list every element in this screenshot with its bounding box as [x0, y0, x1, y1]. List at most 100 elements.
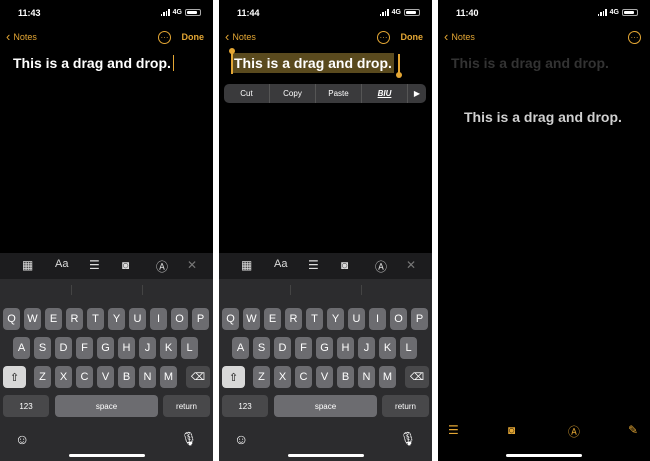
close-icon[interactable]: ✕	[406, 258, 416, 272]
key[interactable]: Q	[3, 308, 20, 330]
delete-icon[interactable]: ⌫	[186, 366, 210, 388]
emoji-icon[interactable]: ☺	[234, 431, 248, 447]
key[interactable]: N	[139, 366, 156, 388]
key[interactable]: Z	[253, 366, 270, 388]
return-key[interactable]: return	[163, 395, 210, 417]
key[interactable]: D	[274, 337, 291, 359]
key[interactable]: Q	[222, 308, 239, 330]
camera-icon[interactable]: ◙	[122, 258, 129, 272]
key[interactable]: N	[358, 366, 375, 388]
key[interactable]: E	[264, 308, 281, 330]
camera-icon[interactable]: ◙	[508, 423, 515, 437]
key[interactable]: I	[150, 308, 167, 330]
checklist-icon[interactable]: ☰	[448, 423, 459, 437]
key[interactable]: D	[55, 337, 72, 359]
return-key[interactable]: return	[382, 395, 429, 417]
cut-button[interactable]: Cut	[224, 84, 270, 103]
key[interactable]: H	[118, 337, 135, 359]
done-button[interactable]: Done	[182, 32, 205, 42]
numbers-key[interactable]: 123	[222, 395, 268, 417]
note-body[interactable]: This is a drag and drop.	[13, 55, 175, 71]
copy-button[interactable]: Copy	[270, 84, 316, 103]
key[interactable]: W	[243, 308, 260, 330]
key[interactable]: F	[76, 337, 93, 359]
key[interactable]: G	[316, 337, 333, 359]
key[interactable]: A	[13, 337, 30, 359]
key[interactable]: L	[181, 337, 198, 359]
key[interactable]: S	[34, 337, 51, 359]
markup-pen-icon[interactable]: Ⓐ	[375, 258, 387, 275]
key[interactable]: C	[76, 366, 93, 388]
key[interactable]: E	[45, 308, 62, 330]
key[interactable]: M	[160, 366, 177, 388]
text-format-icon[interactable]: Aa	[55, 258, 68, 270]
ellipsis-circle-icon[interactable]: ···	[628, 31, 641, 44]
key[interactable]: X	[55, 366, 72, 388]
table-icon[interactable]: ▦	[22, 258, 33, 272]
space-key[interactable]: space	[274, 395, 377, 417]
key[interactable]: R	[66, 308, 83, 330]
key[interactable]: P	[411, 308, 428, 330]
key[interactable]: J	[358, 337, 375, 359]
format-button[interactable]: BIU	[362, 84, 408, 103]
back-button[interactable]: ‹ Notes	[225, 30, 256, 43]
key[interactable]: I	[369, 308, 386, 330]
space-key[interactable]: space	[55, 395, 158, 417]
ellipsis-circle-icon[interactable]: ···	[158, 31, 171, 44]
key[interactable]: X	[274, 366, 291, 388]
more-arrow-icon[interactable]: ▶	[408, 84, 426, 103]
close-icon[interactable]: ✕	[187, 258, 197, 272]
key[interactable]: Y	[327, 308, 344, 330]
microphone-icon[interactable]: 🎙	[399, 431, 416, 447]
checklist-icon[interactable]: ☰	[308, 258, 319, 272]
text-format-icon[interactable]: Aa	[274, 258, 287, 270]
key[interactable]: B	[118, 366, 135, 388]
selection-handle-end[interactable]	[396, 72, 402, 78]
key[interactable]: A	[232, 337, 249, 359]
key[interactable]: G	[97, 337, 114, 359]
key[interactable]: T	[87, 308, 104, 330]
key[interactable]: U	[129, 308, 146, 330]
ellipsis-circle-icon[interactable]: ···	[377, 31, 390, 44]
back-button[interactable]: ‹ Notes	[6, 30, 37, 43]
key[interactable]: V	[316, 366, 333, 388]
back-button[interactable]: ‹ Notes	[444, 30, 475, 43]
key[interactable]: S	[253, 337, 270, 359]
key[interactable]: P	[192, 308, 209, 330]
key[interactable]: L	[400, 337, 417, 359]
key[interactable]: M	[379, 366, 396, 388]
key[interactable]: B	[337, 366, 354, 388]
key[interactable]: W	[24, 308, 41, 330]
key[interactable]: K	[160, 337, 177, 359]
key[interactable]: T	[306, 308, 323, 330]
microphone-icon[interactable]: 🎙	[180, 431, 197, 447]
numbers-key[interactable]: 123	[3, 395, 49, 417]
key[interactable]: J	[139, 337, 156, 359]
key[interactable]: H	[337, 337, 354, 359]
key[interactable]: O	[171, 308, 188, 330]
selected-text[interactable]: This is a drag and drop.	[232, 53, 394, 73]
compose-icon[interactable]: ✎	[628, 423, 638, 437]
key[interactable]: U	[348, 308, 365, 330]
note-body[interactable]: This is a drag and drop.	[232, 53, 394, 73]
key[interactable]: V	[97, 366, 114, 388]
checklist-icon[interactable]: ☰	[89, 258, 100, 272]
markup-pen-icon[interactable]: Ⓐ	[568, 423, 580, 440]
key[interactable]: Z	[34, 366, 51, 388]
key[interactable]: R	[285, 308, 302, 330]
shift-icon[interactable]: ⇧	[222, 366, 245, 388]
table-icon[interactable]: ▦	[241, 258, 252, 272]
key[interactable]: Y	[108, 308, 125, 330]
delete-icon[interactable]: ⌫	[405, 366, 429, 388]
dragged-text[interactable]: This is a drag and drop.	[464, 109, 622, 125]
paste-button[interactable]: Paste	[316, 84, 362, 103]
shift-icon[interactable]: ⇧	[3, 366, 26, 388]
key[interactable]: O	[390, 308, 407, 330]
done-button[interactable]: Done	[401, 32, 424, 42]
key[interactable]: C	[295, 366, 312, 388]
emoji-icon[interactable]: ☺	[15, 431, 29, 447]
markup-pen-icon[interactable]: Ⓐ	[156, 258, 168, 275]
camera-icon[interactable]: ◙	[341, 258, 348, 272]
key[interactable]: K	[379, 337, 396, 359]
key[interactable]: F	[295, 337, 312, 359]
